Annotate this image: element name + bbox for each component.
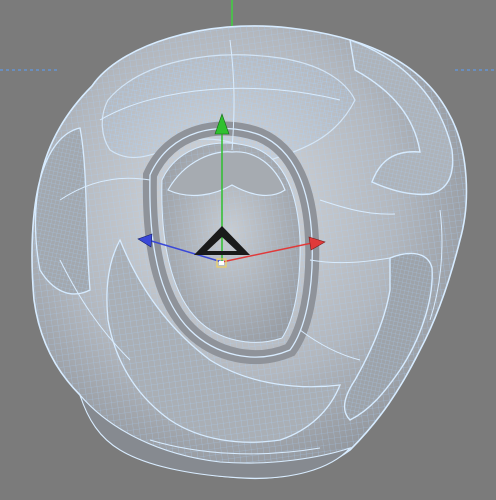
pivot-point-inner	[219, 261, 224, 265]
left-side-panel-wire	[35, 128, 90, 294]
3d-viewport[interactable]	[0, 0, 496, 500]
helmet-mesh[interactable]	[31, 25, 468, 480]
viewport-canvas[interactable]	[0, 0, 496, 500]
